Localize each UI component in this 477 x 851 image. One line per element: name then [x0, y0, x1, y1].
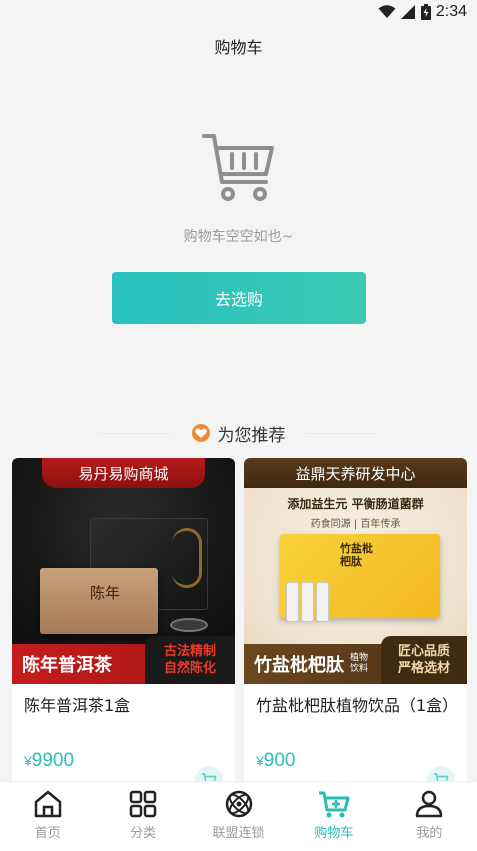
bottom-tab-bar: 首页 分类 联盟连锁 购物车 我的 — [0, 781, 477, 851]
battery-icon — [420, 4, 431, 20]
gift-box-handle — [172, 528, 202, 588]
product-price: ¥900 — [256, 750, 296, 772]
signal-icon — [400, 5, 415, 19]
badge-line: 匠心品质 — [397, 644, 450, 659]
category-grid-icon — [129, 790, 157, 818]
bottle-art — [316, 582, 329, 622]
banner-badge: 匠心品质 严格选材 — [381, 636, 467, 684]
page-title: 购物车 — [214, 38, 263, 57]
tea-cup-art — [170, 618, 208, 632]
banner-badge: 古法精制 自然陈化 — [145, 636, 235, 684]
profile-icon — [416, 790, 443, 818]
product-name[interactable]: 竹盐枇杷肽植物饮品（1盒） — [256, 694, 458, 718]
tab-category[interactable]: 分类 — [95, 782, 190, 851]
tab-profile[interactable]: 我的 — [382, 782, 477, 851]
tab-label: 购物车 — [314, 826, 354, 841]
product-price: ¥9900 — [24, 750, 74, 772]
banner-title: 陈年普洱茶 — [22, 655, 112, 676]
empty-cart-message: 购物车空空如也~ — [183, 229, 294, 245]
tab-label: 联盟连锁 — [212, 826, 265, 841]
price-value: 9900 — [31, 750, 75, 771]
product-image: 益鼎天养研发中心 添加益生元 平衡肠道菌群 药食同源 | 百年传承 竹盐枇杷肽 … — [244, 458, 467, 684]
store-ribbon: 易丹易购商城 — [42, 458, 205, 488]
currency-symbol: ¥ — [256, 753, 264, 769]
go-shopping-button[interactable]: 去选购 — [112, 272, 366, 324]
home-icon — [34, 790, 61, 818]
product-image: 陈年 易丹易购商城 陈年普洱茶 古法精制 自然陈化 — [12, 458, 235, 684]
status-bar: 2:34 — [0, 0, 477, 24]
product-tagline: 添加益生元 平衡肠道菌群 — [287, 497, 424, 511]
cart-icon — [318, 791, 350, 818]
tab-alliance[interactable]: 联盟连锁 — [191, 782, 286, 851]
product-card[interactable]: 益鼎天养研发中心 添加益生元 平衡肠道菌群 药食同源 | 百年传承 竹盐枇杷肽 … — [244, 458, 467, 788]
badge-line: 自然陈化 — [163, 661, 216, 676]
tab-home[interactable]: 首页 — [0, 782, 95, 851]
badge-line: 古法精制 — [163, 644, 216, 659]
status-icons: 2:34 — [378, 3, 467, 21]
tab-label: 我的 — [416, 826, 443, 841]
wifi-icon — [378, 5, 396, 18]
status-time: 2:34 — [435, 3, 467, 20]
tab-label: 分类 — [130, 826, 157, 841]
tab-cart[interactable]: 购物车 — [286, 782, 381, 851]
price-value: 900 — [263, 750, 296, 771]
yellow-box-label: 竹盐枇杷肽 — [340, 542, 373, 568]
currency-symbol: ¥ — [24, 753, 32, 769]
recommend-title: 为您推荐 — [217, 425, 286, 446]
banner-small-line: 饮料 — [350, 664, 369, 674]
banner-subtitle: 植物 饮料 — [350, 653, 368, 675]
product-card[interactable]: 陈年 易丹易购商城 陈年普洱茶 古法精制 自然陈化 陈年普洱茶1盒 ¥9900 — [12, 458, 235, 788]
store-ribbon: 益鼎天养研发中心 — [244, 458, 467, 488]
badge-line: 严格选材 — [397, 661, 450, 676]
product-name[interactable]: 陈年普洱茶1盒 — [24, 694, 224, 718]
banner-small-line: 植物 — [350, 653, 369, 663]
bottle-art — [286, 582, 299, 622]
product-tagline-sub: 药食同源 | 百年传承 — [310, 519, 401, 530]
tea-box-label: 陈年 — [90, 584, 121, 602]
bottle-art — [301, 582, 314, 622]
banner-title: 竹盐枇杷肽 — [254, 655, 344, 676]
tab-label: 首页 — [34, 826, 61, 841]
alliance-icon — [225, 790, 252, 818]
heart-icon — [191, 424, 210, 442]
recommend-header: 为您推荐 — [0, 420, 477, 446]
empty-cart-icon — [202, 134, 274, 201]
